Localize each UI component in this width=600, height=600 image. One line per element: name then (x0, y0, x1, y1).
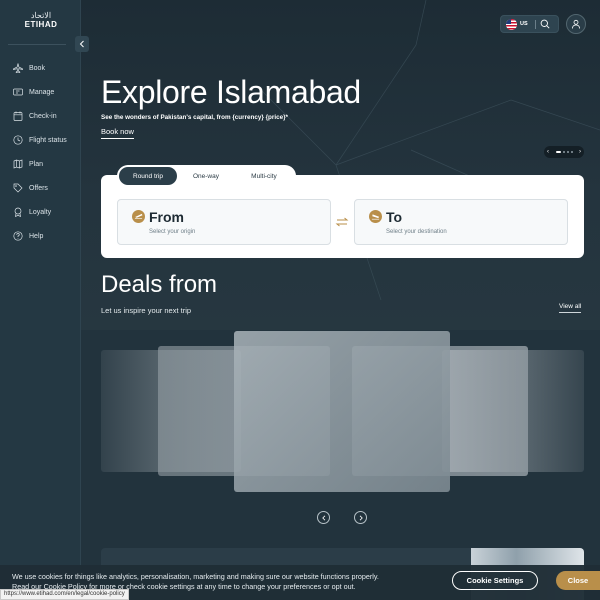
book-now-link[interactable]: Book now (101, 127, 134, 139)
sidebar-item-offers[interactable]: Offers (0, 176, 81, 200)
sidebar-item-flight-status[interactable]: Flight status (0, 128, 81, 152)
pill-divider (534, 19, 536, 29)
booking-card: From Select your origin To Select your d… (101, 175, 584, 258)
swap-icon[interactable] (335, 215, 349, 229)
hero-title: Explore Islamabad (101, 74, 361, 110)
user-icon (572, 19, 580, 29)
carousel-dot[interactable] (562, 151, 565, 153)
destination-label: To (386, 209, 403, 225)
sidebar-item-label: Flight status (29, 136, 67, 144)
calendar-check-icon (12, 110, 24, 122)
landing-icon (369, 210, 382, 223)
tab-multi-city[interactable]: Multi-city (235, 167, 293, 185)
takeoff-icon (132, 210, 145, 223)
country-search-pill[interactable]: US (500, 15, 559, 33)
origin-hint: Select your origin (149, 229, 196, 235)
status-bar-url: https://www.etihad.com/en/legal/cookie-p… (0, 589, 129, 600)
tab-round-trip[interactable]: Round trip (119, 167, 177, 185)
sidebar-item-loyalty[interactable]: Loyalty (0, 200, 81, 224)
map-icon (12, 158, 24, 170)
chevron-left-icon (321, 515, 325, 520)
hero-carousel-controls: ‹ › (544, 146, 584, 158)
sidebar-item-check-in[interactable]: Check-in (0, 104, 81, 128)
cookie-text-line: We use cookies for things like analytics… (12, 572, 379, 581)
deal-card-placeholder[interactable] (234, 331, 450, 492)
sidebar-collapse-button[interactable] (75, 36, 89, 52)
plane-icon (12, 62, 24, 74)
sidebar-item-label: Check-in (29, 112, 57, 120)
cookie-close-button[interactable]: Close (556, 571, 600, 590)
deals-subtitle: Let us inspire your next trip (101, 306, 192, 315)
chevron-right-icon[interactable]: › (579, 149, 581, 155)
sidebar-item-label: Plan (29, 160, 44, 168)
sidebar-item-label: Offers (29, 184, 48, 192)
deals-title: Deals from (101, 271, 218, 298)
destination-field[interactable]: To Select your destination (354, 199, 568, 245)
deals-prev-button[interactable] (317, 511, 330, 524)
trip-type-tabs: Round trip One-way Multi-city (117, 165, 296, 187)
logo-arabic: الاتحاد (30, 11, 52, 20)
deals-next-button[interactable] (354, 511, 367, 524)
destination-hint: Select your destination (386, 229, 447, 235)
badge-icon (12, 206, 24, 218)
origin-label: From (149, 209, 184, 225)
help-icon (12, 230, 24, 242)
chevron-left-icon[interactable]: ‹ (547, 149, 549, 155)
hero-subtitle: See the wonders of Pakistan's capital, f… (101, 114, 288, 121)
main-content: US Explore Islamabad See the wonders of … (81, 0, 600, 600)
logo-english: ETIHAD (24, 20, 58, 29)
sidebar-item-label: Loyalty (29, 208, 52, 216)
sidebar-item-help[interactable]: Help (0, 224, 81, 248)
sidebar-item-label: Book (29, 64, 45, 72)
tab-one-way[interactable]: One-way (177, 167, 235, 185)
sidebar-nav: Book Manage Check-in Flight status Plan (0, 56, 81, 248)
view-all-link[interactable]: View all (559, 303, 582, 313)
clock-icon (12, 134, 24, 146)
sidebar-item-plan[interactable]: Plan (0, 152, 81, 176)
country-code: US (520, 21, 528, 27)
carousel-dot[interactable] (570, 151, 573, 153)
sidebar-item-manage[interactable]: Manage (0, 80, 81, 104)
cookie-settings-button[interactable]: Cookie Settings (452, 571, 538, 590)
etihad-logo[interactable]: الاتحاد ETIHAD (21, 12, 61, 30)
us-flag-icon (506, 18, 517, 30)
sidebar-divider (8, 44, 66, 45)
carousel-dot[interactable] (566, 151, 569, 153)
sidebar-item-book[interactable]: Book (0, 56, 81, 80)
chevron-left-icon (79, 40, 84, 48)
sidebar-item-label: Manage (29, 88, 55, 96)
ticket-icon (12, 86, 24, 98)
sidebar-item-label: Help (29, 232, 44, 240)
search-icon[interactable] (539, 18, 551, 30)
tag-icon (12, 182, 24, 194)
carousel-dot[interactable] (555, 151, 561, 153)
carousel-dots (555, 151, 573, 153)
sidebar: الاتحاد ETIHAD Book Manage Check-in Flig… (0, 0, 81, 600)
deal-card-placeholder[interactable] (442, 350, 584, 472)
chevron-right-icon (359, 515, 363, 520)
origin-field[interactable]: From Select your origin (117, 199, 331, 245)
account-button[interactable] (566, 14, 586, 34)
